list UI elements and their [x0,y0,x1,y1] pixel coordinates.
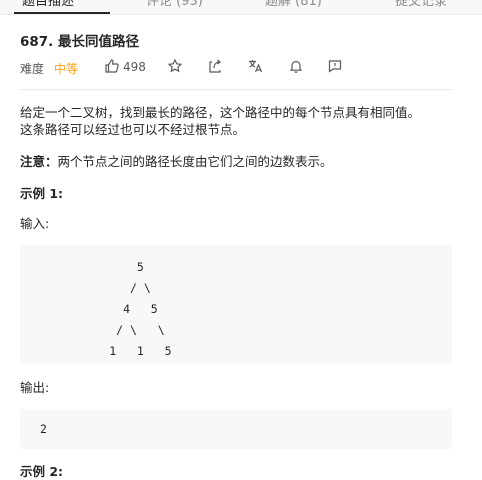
header-divider [20,89,452,90]
bell-icon[interactable] [288,58,304,74]
description-line-1: 给定一个二叉树，找到最长的路径，这个路径中的每个节点具有相同值。 [20,105,421,120]
problem-meta-row: 难度 中等 498 [20,57,460,77]
note-text: 两个节点之间的路径长度由它们之间的边数表示。 [57,154,333,169]
example-1-output-code: 2 [40,422,47,436]
example-1-output-label: 输出: [20,380,50,395]
thumbs-up-icon[interactable] [104,58,120,74]
example-1-input-label: 输入: [20,216,50,231]
difficulty-label: 难度 [20,62,45,76]
note-label: 注意： [20,154,58,169]
tab-submissions[interactable]: 提交记录 [395,0,447,12]
problem-tab-bar: 题目描述 评论 (93) 题解 (81) 提交记录 [0,0,482,15]
example-1-output-code-block: 2 [20,409,452,449]
description-line-2: 这条路径可以经过也可以不经过根节点。 [20,122,246,137]
example-1-input-code-block: 5 / \ 4 5 / \ \ 1 1 5 [20,245,452,364]
example-1-heading: 示例 1: [20,186,64,201]
active-tab-indicator [14,12,110,14]
tab-description[interactable]: 题目描述 [22,0,74,12]
problem-title: 687. 最长同值路径 [20,34,140,50]
star-icon[interactable] [167,58,183,74]
like-count: 498 [123,60,146,74]
translate-icon[interactable] [247,58,263,74]
difficulty-badge: 中等 [54,62,79,76]
feedback-icon[interactable] [327,58,343,74]
example-1-input-code: 5 / \ 4 5 / \ \ 1 1 5 [109,260,172,358]
example-2-heading: 示例 2: [20,464,64,479]
tab-comments[interactable]: 评论 (93) [146,0,203,12]
tab-solutions[interactable]: 题解 (81) [265,0,322,12]
note-paragraph: 注意：两个节点之间的路径长度由它们之间的边数表示。 [20,153,333,170]
share-icon[interactable] [207,58,223,74]
